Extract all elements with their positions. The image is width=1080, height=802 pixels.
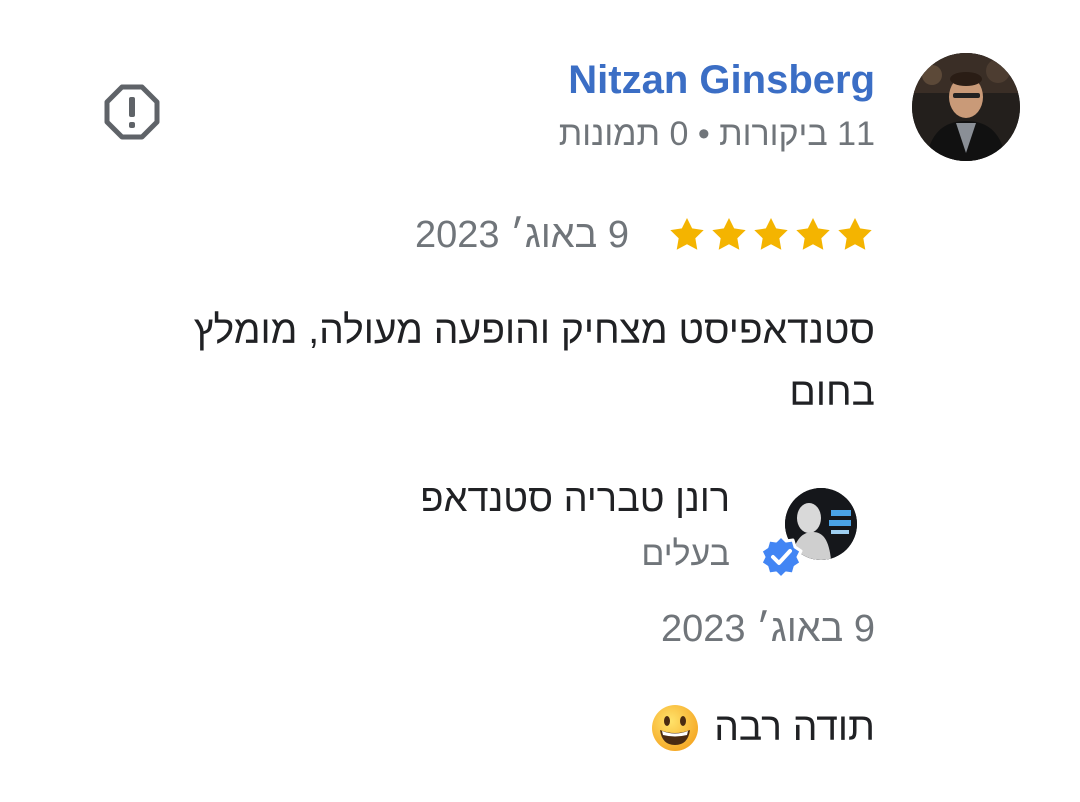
review-date: 9 באוג׳ 2023 bbox=[415, 213, 629, 256]
verified-badge-icon bbox=[758, 534, 804, 580]
reviewer-avatar[interactable] bbox=[912, 53, 1020, 161]
reply-date: 9 באוג׳ 2023 bbox=[661, 608, 875, 650]
star-icon bbox=[667, 215, 707, 255]
grinning-face-emoji-icon bbox=[650, 703, 700, 753]
star-rating bbox=[667, 215, 875, 255]
review-text: סטנדאפיסט מצחיק והופעה מעולה, מומלץ בחום bbox=[193, 309, 875, 414]
report-review-icon[interactable] bbox=[104, 84, 160, 140]
owner-role-label: בעלים bbox=[641, 535, 730, 573]
reply-text: תודה רבה bbox=[714, 706, 875, 749]
reply-text-row: תודה רבה bbox=[650, 700, 875, 756]
star-icon bbox=[835, 215, 875, 255]
owner-name: רונן טבריה סטנדאפ bbox=[420, 478, 730, 520]
reviewer-stats: 11 ביקורות • 0 תמונות bbox=[558, 115, 875, 153]
star-icon bbox=[709, 215, 749, 255]
owner-avatar-group[interactable] bbox=[758, 488, 860, 580]
reviewer-name[interactable]: Nitzan Ginsberg bbox=[568, 58, 875, 103]
rating-row: 9 באוג׳ 2023 bbox=[415, 210, 875, 260]
star-icon bbox=[751, 215, 791, 255]
star-icon bbox=[793, 215, 833, 255]
